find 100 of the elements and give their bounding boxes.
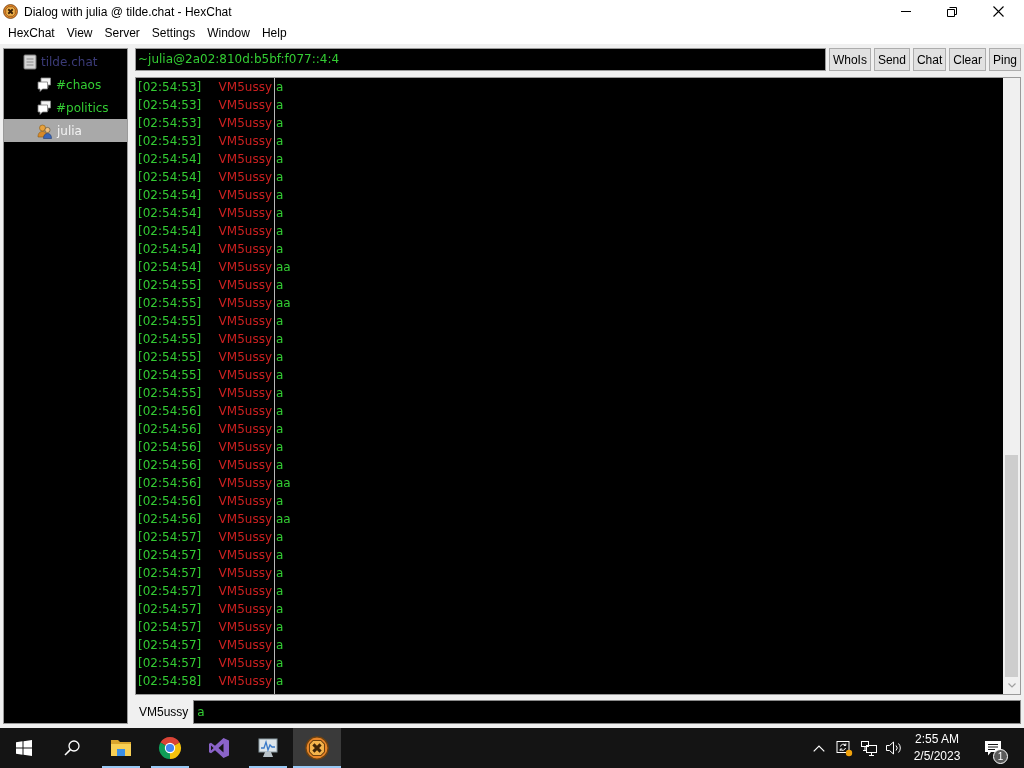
timestamp: [02:54:56] bbox=[138, 475, 202, 492]
start-icon[interactable] bbox=[16, 740, 32, 756]
nickname: VM5ussy bbox=[218, 421, 272, 438]
sync-status-icon[interactable] bbox=[835, 739, 853, 757]
message-text: a bbox=[276, 547, 284, 564]
nickname: VM5ussy bbox=[218, 367, 272, 384]
menu-item[interactable]: Window bbox=[201, 24, 256, 43]
nickname: VM5ussy bbox=[218, 673, 272, 690]
timestamp: [02:54:56] bbox=[138, 457, 202, 474]
search-icon[interactable] bbox=[64, 740, 80, 756]
timestamp: [02:54:57] bbox=[138, 583, 202, 600]
message-text: aa bbox=[276, 295, 291, 312]
timestamp: [02:54:53] bbox=[138, 79, 202, 96]
message-text: a bbox=[276, 439, 284, 456]
app-logo-icon bbox=[3, 4, 18, 19]
nickname: VM5ussy bbox=[218, 529, 272, 546]
timestamp: [02:54:55] bbox=[138, 313, 202, 330]
message-text: a bbox=[276, 583, 284, 600]
toolbar-button[interactable]: Chat bbox=[912, 48, 947, 71]
menu-item[interactable]: HexChat bbox=[2, 24, 61, 43]
timestamp: [02:54:55] bbox=[138, 367, 202, 384]
volume-icon[interactable] bbox=[886, 741, 902, 755]
clock-date[interactable]: 2/5/2023 bbox=[913, 748, 961, 765]
tree-item[interactable]: #chaos bbox=[4, 73, 127, 96]
nickname: VM5ussy bbox=[218, 475, 272, 492]
browser-icon bbox=[158, 736, 182, 760]
toolbar-button[interactable]: Send bbox=[873, 48, 910, 71]
nickname: VM5ussy bbox=[218, 619, 272, 636]
timestamp: [02:54:55] bbox=[138, 295, 202, 312]
message-text: a bbox=[276, 619, 284, 636]
toolbar-button[interactable]: Ping bbox=[988, 48, 1021, 71]
nickname: VM5ussy bbox=[218, 511, 272, 528]
timestamp: [02:54:58] bbox=[138, 673, 202, 690]
timestamp: [02:54:54] bbox=[138, 169, 202, 186]
nickname: VM5ussy bbox=[218, 205, 272, 222]
message-text: a bbox=[276, 493, 284, 510]
timestamp: [02:54:55] bbox=[138, 277, 202, 294]
nickname: VM5ussy bbox=[218, 295, 272, 312]
nickname: VM5ussy bbox=[218, 331, 272, 348]
nickname: VM5ussy bbox=[218, 583, 272, 600]
timestamp: [02:54:53] bbox=[138, 115, 202, 132]
message-text: a bbox=[276, 79, 284, 96]
message-text: aa bbox=[276, 511, 291, 528]
message-text: a bbox=[276, 403, 284, 420]
toolbar-button[interactable]: Clear bbox=[949, 48, 986, 71]
message-text: a bbox=[276, 133, 284, 150]
nickname: VM5ussy bbox=[218, 601, 272, 618]
timestamp: [02:54:56] bbox=[138, 421, 202, 438]
message-text: a bbox=[276, 673, 284, 690]
close-icon[interactable] bbox=[992, 6, 1004, 17]
nickname: VM5ussy bbox=[218, 223, 272, 240]
nickname: VM5ussy bbox=[218, 115, 272, 132]
nickname: VM5ussy bbox=[218, 439, 272, 456]
menu-item[interactable]: View bbox=[60, 24, 99, 43]
message-text: a bbox=[276, 349, 284, 366]
taskbar-button[interactable] bbox=[293, 728, 341, 768]
menu-item[interactable]: Server bbox=[98, 24, 146, 43]
restore-icon[interactable] bbox=[947, 6, 957, 17]
network-icon[interactable] bbox=[861, 740, 877, 756]
tree-item[interactable]: #politics bbox=[4, 96, 127, 119]
nickname: VM5ussy bbox=[218, 349, 272, 366]
chevron-up-icon[interactable] bbox=[813, 744, 825, 752]
timestamp: [02:54:54] bbox=[138, 151, 202, 168]
message-text: a bbox=[276, 655, 284, 672]
timestamp: [02:54:57] bbox=[138, 547, 202, 564]
toolbar-button[interactable]: WhoIs bbox=[828, 48, 871, 71]
scrollbar-thumb[interactable] bbox=[1005, 455, 1018, 677]
timestamp: [02:54:53] bbox=[138, 97, 202, 114]
message-text: a bbox=[276, 385, 284, 402]
message-text: a bbox=[276, 223, 284, 240]
menu-item[interactable]: Help bbox=[255, 24, 293, 43]
nickname: VM5ussy bbox=[218, 241, 272, 258]
topic-field[interactable]: ~julia@2a02:810d:b5bf:f077::4:4 bbox=[135, 48, 826, 71]
nickname: VM5ussy bbox=[218, 313, 272, 330]
timestamp: [02:54:57] bbox=[138, 655, 202, 672]
message-text: a bbox=[276, 151, 284, 168]
message-text: a bbox=[276, 277, 284, 294]
message-text: a bbox=[276, 565, 284, 582]
cross-emblem-icon bbox=[305, 736, 329, 760]
nickname: VM5ussy bbox=[218, 403, 272, 420]
message-text: a bbox=[276, 457, 284, 474]
timestamp: [02:54:56] bbox=[138, 439, 202, 456]
timestamp: [02:54:55] bbox=[138, 349, 202, 366]
timestamp: [02:54:54] bbox=[138, 223, 202, 240]
message-text: aa bbox=[276, 259, 291, 276]
document-icon bbox=[23, 53, 37, 70]
message-text: a bbox=[276, 367, 284, 384]
nickname: VM5ussy bbox=[218, 457, 272, 474]
ribbon-icon bbox=[207, 736, 231, 760]
timestamp: [02:54:57] bbox=[138, 529, 202, 546]
speech-bubbles-icon bbox=[37, 100, 52, 115]
message-text: a bbox=[276, 97, 284, 114]
timestamp: [02:54:53] bbox=[138, 133, 202, 150]
message-input[interactable]: a bbox=[193, 700, 1021, 724]
nickname: VM5ussy bbox=[218, 637, 272, 654]
nick-button[interactable]: VM5ussy bbox=[135, 700, 194, 724]
timestamp: [02:54:54] bbox=[138, 187, 202, 204]
menu-item[interactable]: Settings bbox=[145, 24, 202, 43]
clock-time[interactable]: 2:55 AM bbox=[915, 731, 959, 748]
speech-bubbles-icon bbox=[37, 77, 52, 92]
